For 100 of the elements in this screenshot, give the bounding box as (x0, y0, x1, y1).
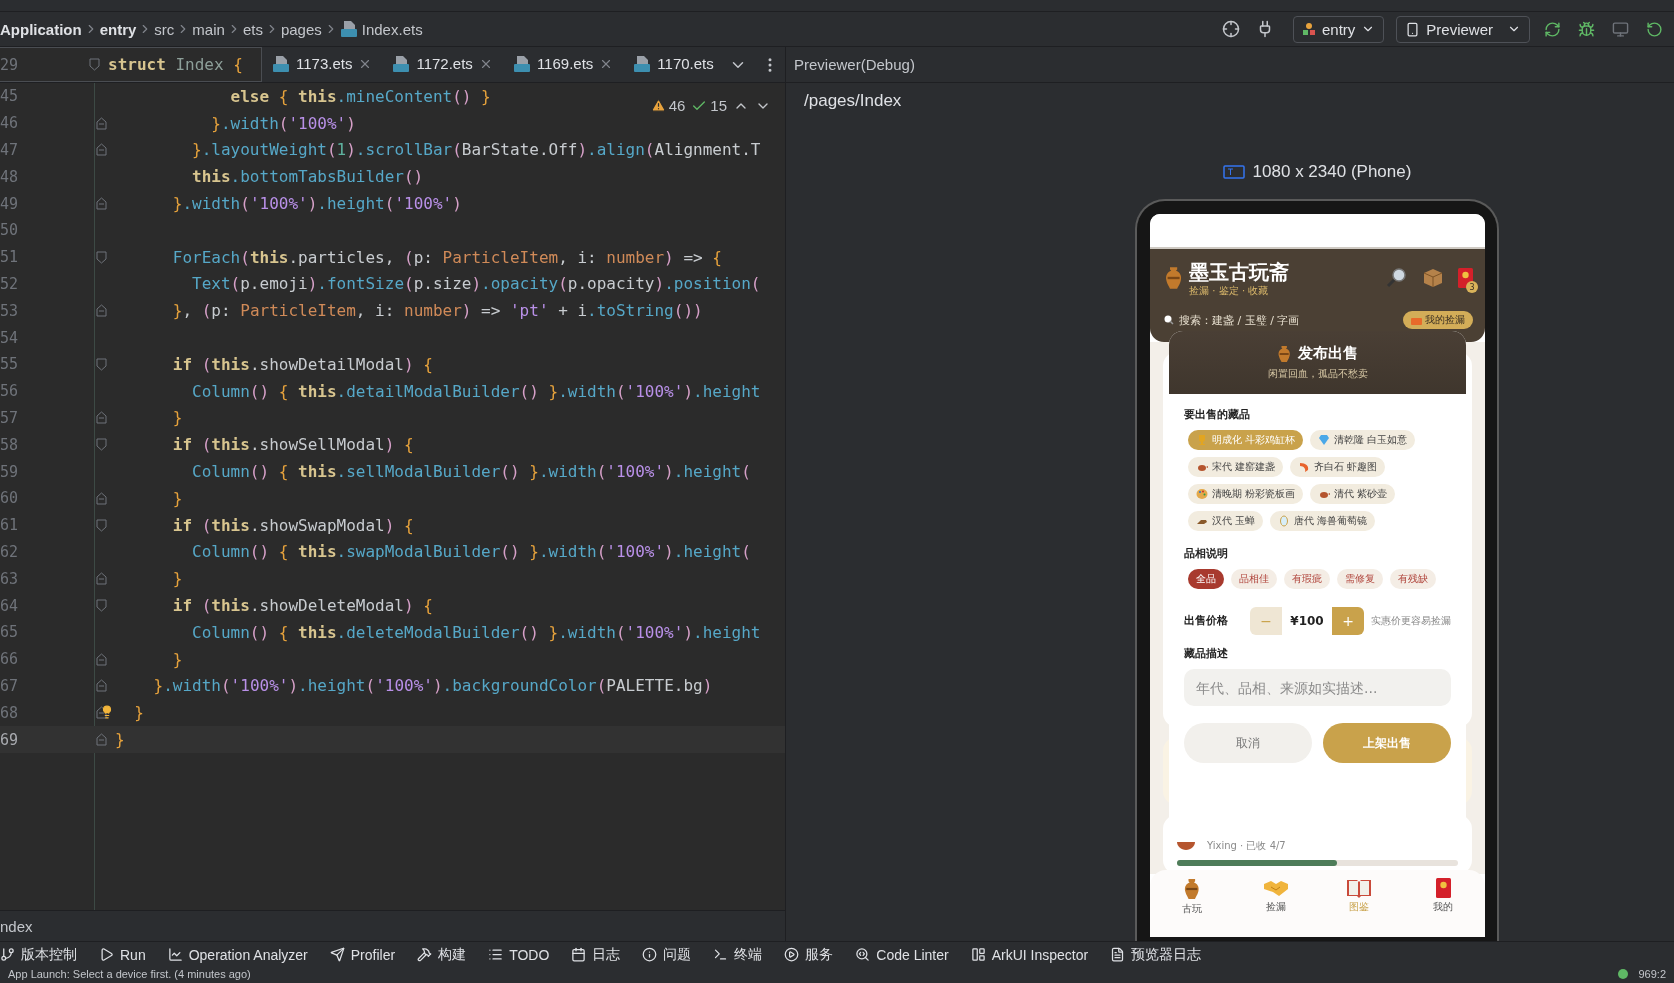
item-chip[interactable]: 清代 紫砂壶 (1310, 484, 1396, 504)
file-tab[interactable]: 1169.ets (502, 47, 624, 82)
tool-window-button[interactable]: TODO (488, 946, 550, 963)
nav-tab[interactable]: 捡漏 (1245, 878, 1306, 937)
breadcrumb-item[interactable]: pages (280, 20, 322, 38)
code-line: } (115, 730, 125, 749)
file-tab[interactable]: 1170.ets (623, 47, 724, 82)
item-chip[interactable]: 唐代 海兽葡萄镜 (1270, 511, 1376, 531)
fold-marker-icon (96, 197, 107, 211)
fold-marker-icon (96, 599, 107, 613)
tool-window-button[interactable]: 预览器日志 (1110, 945, 1202, 964)
profile-icon[interactable] (1611, 20, 1629, 38)
breadcrumb-item[interactable]: entry (99, 20, 137, 38)
line-number: 29 (0, 55, 20, 74)
condition-chip[interactable]: 需修复 (1337, 569, 1383, 589)
condition-chip[interactable]: 品相佳 (1231, 569, 1277, 589)
code-line: }.width('100%') (210, 113, 356, 133)
line-number: 47 (0, 141, 20, 159)
search-icon (1164, 315, 1174, 325)
warning-count[interactable]: 46 (650, 97, 686, 114)
device-dropdown[interactable]: Previewer (1396, 15, 1530, 43)
description-field[interactable]: 年代、品相、来源如实描述... (1184, 669, 1451, 706)
tool-window-button[interactable]: 日志 (571, 945, 621, 964)
branch-icon (0, 947, 15, 962)
tool-window-button[interactable]: 问题 (642, 945, 692, 964)
code-line: if (this.showDeleteModal) { (171, 596, 433, 616)
item-chip[interactable]: 宋代 建窑建盏 (1188, 457, 1284, 477)
restart-icon[interactable] (1645, 20, 1663, 38)
search-field[interactable]: 搜索：建盏 / 玉璧 / 字画 (1179, 312, 1300, 328)
line-number: 51 (0, 248, 20, 267)
code-line: Column() { this.deleteModalBuilder() }.width('100%').height (191, 622, 761, 642)
bulb-icon[interactable] (100, 705, 114, 720)
item-chip[interactable]: 齐白石 虾趣图 (1290, 457, 1386, 477)
breadcrumb-item[interactable]: src (154, 20, 175, 38)
tool-window-button[interactable]: 终端 (713, 945, 763, 964)
debug-icon[interactable] (1577, 20, 1595, 38)
breadcrumb-item[interactable]: Index.ets (339, 20, 423, 38)
document-icon (1110, 947, 1126, 962)
phone-icon (1405, 21, 1421, 37)
fold-marker-icon (96, 143, 107, 157)
fold-marker-icon (96, 250, 107, 264)
condition-chip[interactable]: 有残缺 (1390, 569, 1436, 589)
breadcrumb-item[interactable]: Application (0, 20, 82, 38)
line-number: 58 (0, 435, 20, 454)
tool-window-button[interactable]: 构建 (417, 945, 467, 964)
tool-window-button[interactable]: Code Linter (855, 946, 949, 963)
tool-window-button[interactable]: ArkUI Inspector (970, 946, 1089, 963)
line-number: 55 (0, 355, 20, 374)
book-icon (1346, 878, 1373, 898)
code-line: } (133, 703, 144, 723)
code-line: if (this.showSellModal) { (171, 435, 414, 455)
tool-window-button[interactable]: Operation Analyzer (167, 946, 308, 963)
fold-marker-icon (96, 733, 107, 746)
tool-window-button[interactable]: Run (99, 946, 146, 963)
breadcrumb-item[interactable]: main (192, 20, 225, 38)
line-number: 59 (0, 462, 20, 481)
cancel-button[interactable]: 取消 (1184, 723, 1312, 763)
line-number: 50 (0, 221, 20, 240)
tool-window-button[interactable]: 服务 (784, 945, 834, 964)
rerun-icon[interactable] (1543, 20, 1561, 38)
nav-tab[interactable]: 我的 (1413, 878, 1474, 937)
tool-window-button[interactable]: Profiler (329, 946, 396, 963)
condition-chip[interactable]: 全品 (1188, 569, 1224, 589)
module-icon (1301, 22, 1316, 36)
send-icon (329, 947, 345, 962)
vase-icon (1183, 878, 1201, 900)
file-tab[interactable]: 1172.ets (382, 47, 503, 82)
item-chip[interactable]: 汉代 玉蝉 (1188, 511, 1264, 531)
tool-window-button[interactable]: 版本控制 (0, 945, 77, 964)
code-line: }.width('100%').height('100%') (171, 194, 462, 214)
breadcrumb-item[interactable]: ets (242, 20, 263, 38)
fold-marker-icon (96, 706, 107, 720)
nav-tab[interactable]: 古玩 (1161, 878, 1222, 937)
box-icon (1422, 267, 1444, 289)
breadcrumb-item[interactable]: ndex (0, 917, 33, 935)
caret-position[interactable]: 969:2 (1638, 968, 1666, 980)
file-tab[interactable]: 1173.ets (262, 47, 383, 82)
module-dropdown[interactable]: entry (1292, 15, 1385, 43)
handshake-icon (1262, 878, 1289, 898)
file-icon (392, 54, 411, 73)
code-line: } (171, 649, 183, 669)
item-chip[interactable]: 清晚期 粉彩瓷板画 (1188, 484, 1304, 504)
target-icon[interactable] (1221, 20, 1240, 38)
code-line: Text(p.emoji).fontSize(p.size).opacity(p.opacity).position( (191, 274, 761, 294)
price-value: ¥100 (1289, 614, 1325, 628)
typo-count[interactable]: 15 (691, 97, 727, 114)
my-finds-button[interactable]: 我的捡漏 (1403, 311, 1473, 329)
line-number: 53 (0, 301, 20, 320)
code-line: }, (p: ParticleItem, i: number) => 'pt' + i.toString()) (171, 301, 703, 321)
palette-icon (1196, 488, 1208, 500)
envelope-icon (1458, 268, 1473, 288)
line-number: 48 (0, 167, 20, 186)
code-line: else { this.mineContent() } (229, 86, 491, 106)
section-label: 藏品描述 (1184, 647, 1229, 661)
line-number: 65 (0, 623, 20, 642)
condition-chip[interactable]: 有瑕疵 (1284, 569, 1330, 589)
item-chip[interactable]: 清乾隆 白玉如意 (1310, 430, 1416, 450)
layout-icon (970, 947, 986, 962)
code-line: ForEach(this.particles, (p: ParticleItem, i: number) => { (171, 247, 722, 267)
vase-icon (1277, 344, 1292, 363)
